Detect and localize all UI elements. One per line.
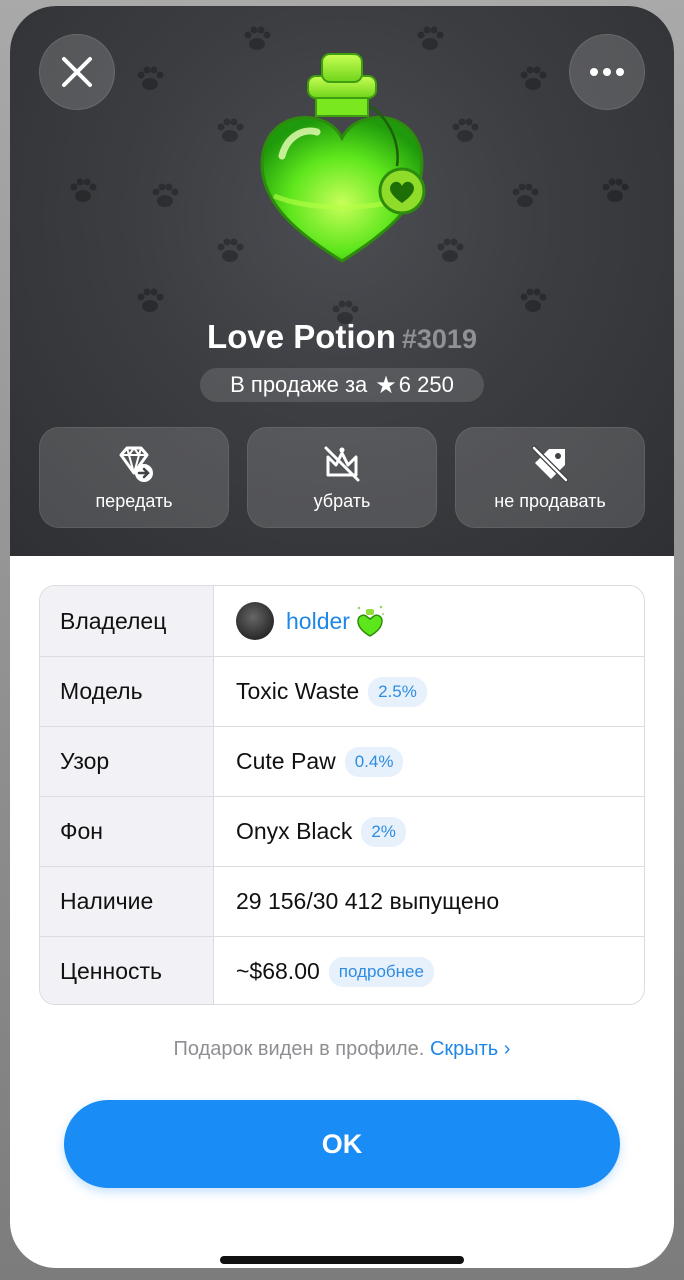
sale-prefix: В продаже за (230, 372, 368, 397)
availability-value: 29 156/30 412 выпущено (236, 888, 500, 914)
love-potion-image (260, 53, 426, 263)
hide-label: Скрыть (429, 1038, 499, 1060)
stop-selling-label: не продавать (494, 491, 606, 511)
profile-visibility-note: Подарок виден в профиле. Скрыть › (10, 1038, 674, 1061)
model-value: Toxic Waste (236, 678, 360, 704)
gift-sheet: Love Potion #3019 В продаже за ★ 6 250 пе… (10, 6, 674, 1268)
gem-transfer-icon (119, 446, 153, 482)
value-row: Ценность ~$68.00 подробнее (40, 936, 644, 1004)
backdrop-value: Onyx Black (236, 818, 353, 844)
close-button[interactable] (39, 34, 115, 110)
owner-key: Владелец (40, 586, 214, 656)
backdrop-rarity-badge[interactable]: 2% (361, 816, 406, 847)
avatar[interactable] (236, 602, 274, 640)
value-amount: ~$68.00 (236, 958, 320, 984)
gift-emoji-icon (357, 605, 384, 637)
sale-price: 6 250 (398, 372, 454, 397)
transfer-button[interactable]: передать (39, 427, 229, 528)
backdrop-row: Фон Onyx Black 2% (40, 796, 644, 866)
home-indicator (220, 1256, 464, 1264)
more-icon (590, 68, 624, 76)
more-button[interactable] (569, 34, 645, 110)
backdrop-key: Фон (40, 797, 214, 866)
pattern-rarity-badge[interactable]: 0.4% (344, 746, 404, 777)
gift-name: Love Potion (207, 318, 396, 355)
gift-number: #3019 (401, 324, 477, 354)
pattern-value-cell: Cute Paw 0.4% (214, 727, 644, 796)
tag-off-icon (531, 445, 569, 483)
pattern-row: Узор Cute Paw 0.4% (40, 726, 644, 796)
hide-link[interactable]: Скрыть › (430, 1038, 511, 1060)
availability-row: Наличие 29 156/30 412 выпущено (40, 866, 644, 936)
pattern-key: Узор (40, 727, 214, 796)
availability-key: Наличие (40, 867, 214, 936)
crown-off-icon (324, 446, 360, 482)
value-key: Ценность (40, 937, 214, 1004)
model-key: Модель (40, 657, 214, 726)
remove-button[interactable]: убрать (247, 427, 437, 528)
gift-title: Love Potion #3019 (10, 318, 674, 356)
remove-label: убрать (313, 491, 371, 511)
model-value-cell: Toxic Waste 2.5% (214, 657, 644, 726)
gift-details-table: Владелец holder Модель Toxic Waste 2.5% … (39, 585, 645, 1005)
owner-link[interactable]: holder (286, 608, 350, 635)
owner-value: holder (214, 586, 644, 656)
model-row: Модель Toxic Waste 2.5% (40, 656, 644, 726)
chevron-right-icon: › (503, 1038, 511, 1060)
visibility-text: Подарок виден в профиле. (173, 1038, 425, 1060)
pattern-value: Cute Paw (236, 748, 336, 774)
close-icon (62, 57, 92, 87)
owner-row: Владелец holder (40, 586, 644, 656)
star-icon: ★ (375, 371, 397, 399)
stop-selling-button[interactable]: не продавать (455, 427, 645, 528)
gift-hero: Love Potion #3019 В продаже за ★ 6 250 пе… (10, 6, 674, 556)
model-rarity-badge[interactable]: 2.5% (368, 676, 427, 707)
transfer-label: передать (95, 491, 173, 511)
ok-button[interactable]: OK (64, 1100, 620, 1188)
more-details-badge[interactable]: подробнее (328, 956, 434, 987)
sale-status-pill[interactable]: В продаже за ★ 6 250 (200, 368, 484, 402)
value-value-cell: ~$68.00 подробнее (214, 937, 644, 1004)
backdrop-value-cell: Onyx Black 2% (214, 797, 644, 866)
